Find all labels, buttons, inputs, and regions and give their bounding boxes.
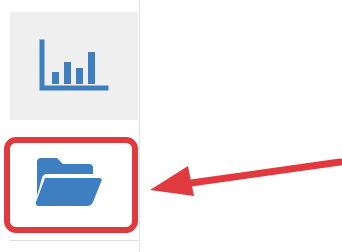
folder-open-icon	[33, 156, 103, 208]
bar-chart-icon	[38, 38, 110, 94]
red-arrow-icon	[144, 150, 342, 205]
sidebar	[0, 0, 140, 252]
sidebar-divider	[139, 0, 140, 252]
sidebar-separator	[10, 240, 138, 241]
sidebar-item-statistics[interactable]	[10, 12, 138, 120]
screenshot-page	[0, 0, 342, 252]
sidebar-item-files[interactable]	[6, 138, 130, 226]
